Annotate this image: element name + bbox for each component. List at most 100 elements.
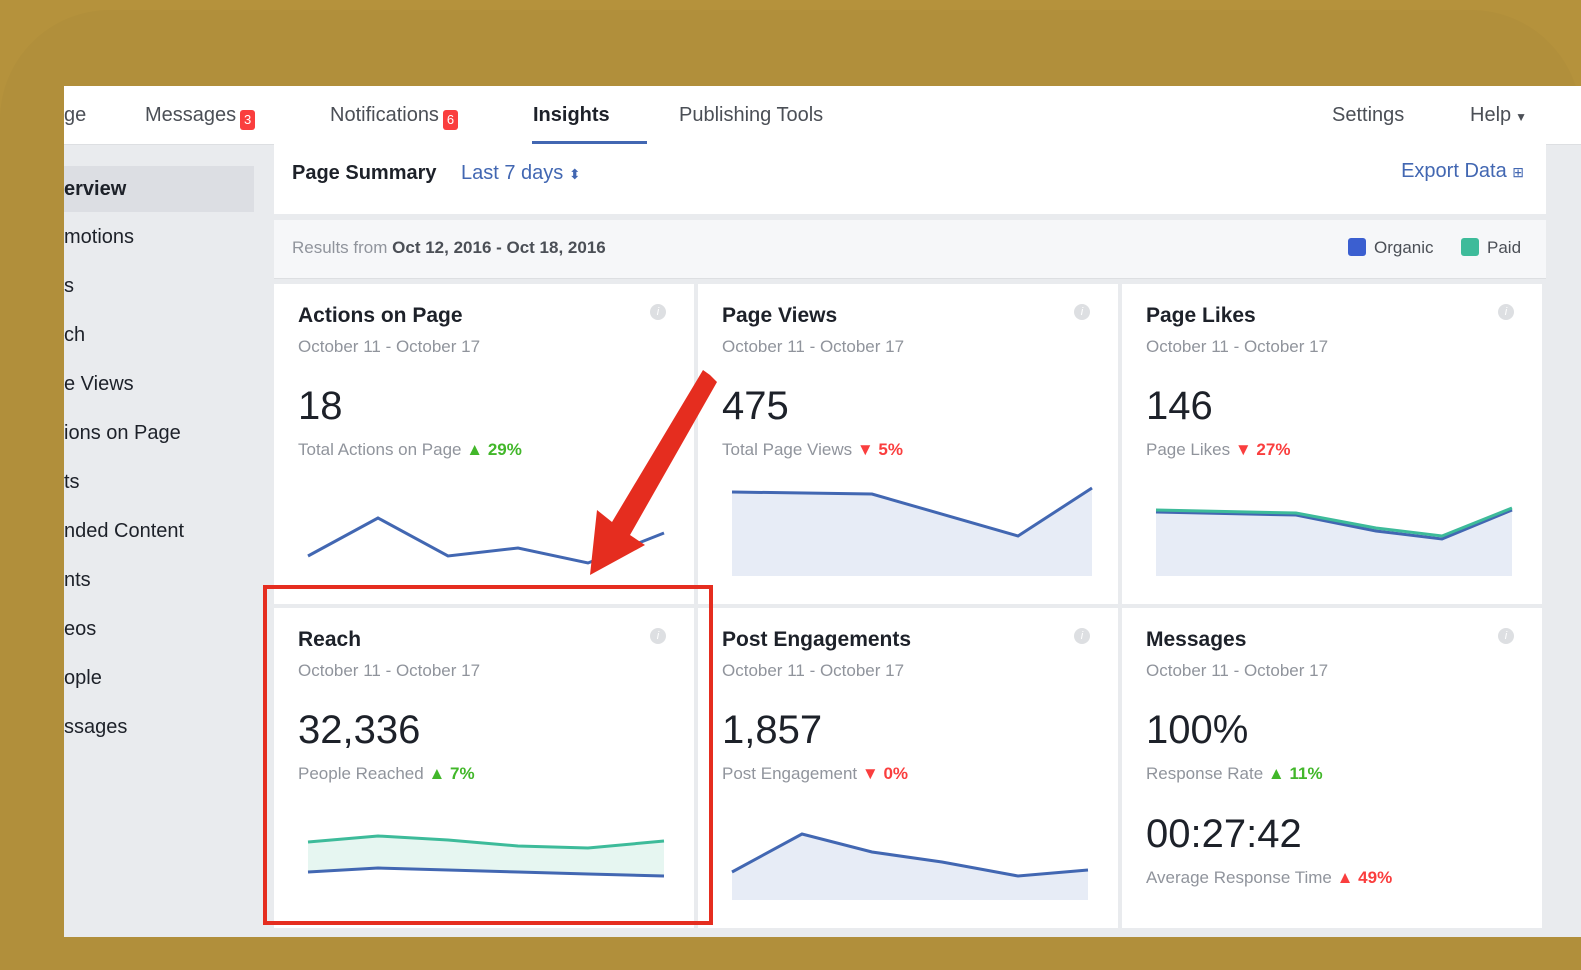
card-metric-label: Page Likes bbox=[1146, 440, 1231, 459]
card-metric-label: Response Rate bbox=[1146, 764, 1264, 783]
card-metric-label: Total Actions on Page bbox=[298, 440, 462, 459]
response-time-value: 00:27:42 bbox=[1146, 812, 1302, 856]
card-subtitle: Response Rate ▲ 11% bbox=[1146, 764, 1323, 784]
card-value: 1,857 bbox=[722, 708, 823, 752]
info-icon[interactable]: i bbox=[1074, 628, 1090, 644]
paid-swatch bbox=[1461, 238, 1479, 256]
export-data-button[interactable]: Export Data ⊞ bbox=[1401, 160, 1524, 183]
arrow-shape bbox=[590, 370, 717, 575]
results-prefix: Results from bbox=[292, 238, 388, 257]
sidebar-item-videos[interactable]: eos bbox=[64, 606, 254, 652]
notifications-badge: 6 bbox=[442, 110, 458, 130]
tab-page[interactable]: ge bbox=[64, 104, 86, 127]
page-title: Page Summary bbox=[292, 162, 437, 184]
tab-insights[interactable]: Insights bbox=[533, 104, 610, 127]
page-views-sparkline bbox=[731, 486, 1093, 576]
delta-value: 5% bbox=[878, 440, 903, 459]
card-date: October 11 - October 17 bbox=[298, 337, 481, 356]
card-value: 146 bbox=[1146, 384, 1213, 428]
card-date: October 11 - October 17 bbox=[1146, 661, 1329, 680]
delta-down: ▼ 27% bbox=[1234, 440, 1291, 459]
sidebar-item-messages[interactable]: ssages bbox=[64, 704, 254, 750]
delta-value: 49% bbox=[1358, 868, 1393, 887]
settings-link[interactable]: Settings bbox=[1332, 104, 1404, 127]
card-value: 18 bbox=[298, 384, 343, 428]
card-title: Page Likes bbox=[1146, 304, 1256, 327]
help-menu[interactable]: Help ▼ bbox=[1470, 104, 1527, 127]
card-title: Messages bbox=[1146, 628, 1247, 651]
delta-down: ▼ 5% bbox=[856, 440, 903, 459]
sidebar-item-promotions[interactable]: motions bbox=[64, 214, 254, 260]
card-metric-label: Total Page Views bbox=[722, 440, 853, 459]
export-icon: ⊞ bbox=[1512, 164, 1524, 180]
response-time-subtitle: Average Response Time ▲ 49% bbox=[1146, 868, 1392, 888]
legend-organic: Organic bbox=[1348, 238, 1434, 258]
date-range-dropdown[interactable]: Last 7 days ⬍ bbox=[461, 162, 581, 185]
info-icon[interactable]: i bbox=[1074, 304, 1090, 320]
reach-highlight-box bbox=[263, 585, 713, 925]
delta-value: 27% bbox=[1256, 440, 1291, 459]
card-subtitle: Total Actions on Page ▲ 29% bbox=[298, 440, 522, 460]
card-page-views[interactable]: Page Views October 11 - October 17 i 475… bbox=[698, 284, 1118, 604]
delta-up: ▲ 49% bbox=[1336, 868, 1393, 887]
sidebar-item-reach[interactable]: ch bbox=[64, 312, 254, 358]
card-value: 475 bbox=[722, 384, 789, 428]
delta-up: ▲ 29% bbox=[466, 440, 522, 459]
top-navigation: ge Messages 3 Notifications 6 Insights Pub… bbox=[64, 86, 1581, 145]
info-icon[interactable]: i bbox=[1498, 628, 1514, 644]
card-metric-label: Post Engagement bbox=[722, 764, 858, 783]
red-arrow-annotation bbox=[590, 370, 717, 575]
messages-badge: 3 bbox=[240, 110, 256, 130]
card-value: 100% bbox=[1146, 708, 1249, 752]
sidebar-item-overview[interactable]: erview bbox=[64, 166, 254, 212]
legend-paid: Paid bbox=[1461, 238, 1521, 258]
info-icon[interactable]: i bbox=[650, 304, 666, 320]
results-bar: Results from Oct 12, 2016 - Oct 18, 2016… bbox=[274, 220, 1546, 279]
chevron-down-icon: ▼ bbox=[1515, 110, 1528, 124]
tab-publishing-tools[interactable]: Publishing Tools bbox=[679, 104, 823, 127]
card-date: October 11 - October 17 bbox=[722, 661, 905, 680]
export-label: Export Data bbox=[1401, 160, 1507, 182]
tab-notifications-label: Notifications bbox=[330, 104, 439, 126]
delta-value: 29% bbox=[487, 440, 522, 459]
results-dates: Oct 12, 2016 - Oct 18, 2016 bbox=[392, 238, 606, 257]
info-icon[interactable]: i bbox=[1498, 304, 1514, 320]
delta-value: 0% bbox=[883, 764, 909, 783]
organic-area bbox=[732, 488, 1092, 576]
sidebar-item-posts[interactable]: ts bbox=[64, 459, 254, 505]
help-label: Help bbox=[1470, 104, 1512, 126]
sidebar-item-branded-content[interactable]: nded Content bbox=[64, 508, 254, 554]
card-post-engagements[interactable]: Post Engagements October 11 - October 17… bbox=[698, 608, 1118, 928]
card-subtitle: Post Engagement ▼ 0% bbox=[722, 764, 908, 784]
sidebar-item-page-views[interactable]: e Views bbox=[64, 361, 254, 407]
post-engagements-sparkline bbox=[731, 832, 1089, 900]
results-range-text: Results from Oct 12, 2016 - Oct 18, 2016 bbox=[292, 238, 606, 258]
delta-value: 11% bbox=[1289, 764, 1323, 783]
card-title: Page Views bbox=[722, 304, 838, 327]
card-page-likes[interactable]: Page Likes October 11 - October 17 i 146… bbox=[1122, 284, 1542, 604]
card-subtitle: Page Likes ▼ 27% bbox=[1146, 440, 1290, 460]
tab-messages[interactable]: Messages 3 bbox=[145, 104, 256, 130]
card-title: Actions on Page bbox=[298, 304, 463, 327]
card-date: October 11 - October 17 bbox=[722, 337, 905, 356]
tab-messages-label: Messages bbox=[145, 104, 237, 126]
card-title: Post Engagements bbox=[722, 628, 912, 651]
card-date: October 11 - October 17 bbox=[1146, 337, 1329, 356]
card-messages[interactable]: Messages October 11 - October 17 i 100% … bbox=[1122, 608, 1542, 928]
sort-icon: ⬍ bbox=[568, 166, 581, 182]
sidebar-item-people[interactable]: ople bbox=[64, 655, 254, 701]
card-metric-label: Average Response Time bbox=[1146, 868, 1332, 887]
page-likes-sparkline bbox=[1155, 506, 1513, 576]
sidebar-item-actions-on-page[interactable]: ions on Page bbox=[64, 410, 254, 456]
delta-down: ▼ 0% bbox=[861, 764, 909, 783]
organic-swatch bbox=[1348, 238, 1366, 256]
legend-paid-label: Paid bbox=[1487, 238, 1522, 257]
sidebar: erview motions s ch e Views ions on Page… bbox=[64, 144, 264, 937]
tab-notifications[interactable]: Notifications 6 bbox=[330, 104, 458, 130]
sidebar-item-events[interactable]: nts bbox=[64, 557, 254, 603]
delta-up: ▲ 11% bbox=[1267, 764, 1323, 783]
card-subtitle: Total Page Views ▼ 5% bbox=[722, 440, 903, 460]
date-range-label: Last 7 days bbox=[461, 162, 564, 184]
sidebar-item-likes[interactable]: s bbox=[64, 263, 254, 309]
legend-organic-label: Organic bbox=[1374, 238, 1434, 257]
